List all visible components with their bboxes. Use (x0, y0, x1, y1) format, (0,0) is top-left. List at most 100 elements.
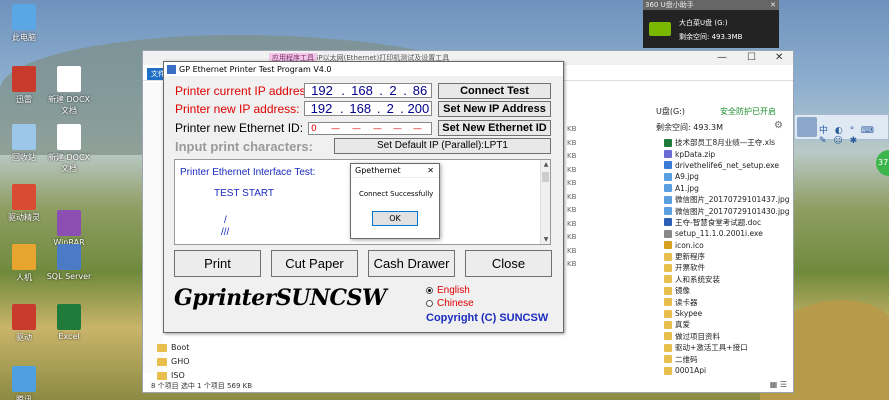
cash-drawer-button[interactable]: Cash Drawer (368, 250, 455, 277)
desktop-icon[interactable]: WinRAR (45, 210, 93, 247)
desktop-icon[interactable]: 回收站 (0, 124, 48, 163)
list-item[interactable]: 做过项目资料 (664, 331, 794, 342)
eth-segment[interactable]: — (352, 124, 373, 134)
ip-octet[interactable]: 2 (385, 83, 401, 98)
desktop-icon[interactable]: 新建 DOCX 文档 (45, 66, 93, 116)
nav-item[interactable]: Boot (157, 343, 189, 352)
list-item[interactable]: 镜像 (664, 285, 794, 296)
list-item[interactable]: 微信图片_20170729101430.jpg (664, 205, 794, 216)
scroll-down-icon[interactable]: ▼ (541, 236, 550, 243)
print-button[interactable]: Print (174, 250, 261, 277)
close-icon[interactable]: ✕ (427, 166, 434, 175)
dialog-title: Gpethernet (355, 166, 401, 175)
close-button[interactable]: ✕ (775, 52, 783, 63)
popup-header: 360 U盘小助手 ✕ (643, 0, 779, 10)
desktop-icon[interactable]: 驱动 (0, 304, 48, 343)
list-item[interactable]: 王夺-智慧食堂考试题.doc (664, 217, 794, 228)
list-item[interactable]: kpData.zip (664, 148, 794, 159)
scroll-thumb[interactable] (542, 172, 549, 182)
security-status-link[interactable]: 安全防护已开启 (720, 106, 776, 117)
dialog-message: Connect Successfully (359, 190, 434, 198)
desktop-icon[interactable]: Excel (45, 304, 93, 341)
eth-segment[interactable]: 0 (309, 124, 331, 134)
app-icon (57, 210, 81, 236)
minimize-button[interactable]: — (717, 52, 727, 63)
list-item[interactable]: icon.ico (664, 240, 794, 251)
ip-octet[interactable]: 168 (346, 101, 375, 116)
ok-button[interactable]: OK (372, 211, 418, 226)
list-item[interactable]: 真爱 (664, 319, 794, 330)
file-size-cell: KB (567, 246, 577, 255)
nav-item[interactable]: GHO (157, 357, 190, 366)
ip-octet[interactable]: 168 (347, 83, 377, 98)
list-item[interactable]: 微信图片_20170729101437.jpg (664, 194, 794, 205)
popup-free-space: 剩余空间: 493.3MB (679, 33, 743, 41)
nav-item[interactable]: ISO (157, 371, 185, 380)
desktop-icon-label: 驱动精灵 (8, 213, 40, 222)
eth-segment[interactable]: — (413, 124, 431, 134)
language-radio-chinese[interactable]: Chinese (426, 298, 474, 309)
maximize-button[interactable]: ☐ (747, 52, 756, 63)
ip-octet[interactable]: 192 (305, 101, 338, 116)
ip-octet[interactable]: 86 (409, 83, 431, 98)
list-item[interactable]: Skypee (664, 308, 794, 319)
file-size-cell: KB (567, 179, 577, 187)
ip-octet[interactable]: 192 (305, 83, 339, 98)
ip-octet[interactable]: 200 (406, 101, 431, 116)
list-item[interactable]: A1.jpg (664, 183, 794, 194)
set-new-ethernet-button[interactable]: Set New Ethernet ID (438, 120, 551, 136)
desktop-icon[interactable]: 人机 (0, 244, 48, 283)
language-radio-english[interactable]: English (426, 285, 470, 296)
file-size-cell: KB (567, 152, 577, 160)
dialog-titlebar: Gpethernet ✕ (351, 164, 439, 178)
view-toggle-icon[interactable]: ▦ ☰ (770, 380, 787, 389)
file-name: A9.jpg (675, 172, 699, 182)
eth-segment[interactable]: — (331, 124, 352, 134)
radio-selected-icon[interactable] (426, 287, 433, 294)
list-item[interactable]: 更新程序 (664, 251, 794, 262)
gear-icon[interactable]: ⚙ (774, 120, 783, 131)
list-item[interactable]: 驱动+激活工具+接口 (664, 342, 794, 353)
desktop-icon[interactable]: 新建 DOCX 文档 (45, 124, 93, 174)
nav-pane[interactable] (143, 83, 163, 373)
desktop-icon[interactable]: 迅雷 (0, 66, 48, 105)
list-item[interactable]: 开票软件 (664, 262, 794, 273)
list-item[interactable]: 二维码 (664, 353, 794, 364)
list-item[interactable]: setup_11.1.0.2001i.exe (664, 228, 794, 239)
eth-segment[interactable]: — (373, 124, 393, 134)
ethernet-id-input[interactable]: 0 — — — — — (308, 122, 432, 135)
list-item[interactable]: A9.jpg (664, 171, 794, 182)
desktop-icon[interactable]: 此电脑 (0, 4, 48, 43)
list-item[interactable]: 人和系统安装 (664, 274, 794, 285)
set-default-ip-button[interactable]: Set Default IP (Parallel):LPT1 (334, 138, 551, 154)
close-icon[interactable]: ✕ (770, 1, 779, 9)
text-scrollbar[interactable]: ▲ ▼ (540, 160, 550, 244)
popup-body[interactable]: 大白菜U盘 (G:) 剩余空间: 493.3MB (643, 10, 779, 48)
desktop-icon-label: Excel (58, 332, 80, 341)
new-ip-input[interactable]: 192. 168. 2. 200 (304, 101, 432, 116)
file-icon (664, 309, 672, 318)
input-method-bar[interactable]: 中 ◐ ° ⌨ ✎ ☺ ✱ (794, 114, 889, 146)
toolbar-icons[interactable]: 中 ◐ ° ⌨ ✎ ☺ ✱ (819, 123, 888, 146)
connect-test-button[interactable]: Connect Test (438, 83, 551, 99)
list-item[interactable]: 技术部员工8月业绩—王夺.xls (664, 137, 794, 148)
radio-unselected-icon[interactable] (426, 300, 433, 307)
close-button[interactable]: Close (465, 250, 552, 277)
avatar[interactable] (797, 117, 817, 137)
desktop-icon[interactable]: 驱动精灵 (0, 184, 48, 223)
message-dialog[interactable]: Gpethernet ✕ Connect Successfully OK (350, 163, 440, 239)
list-item[interactable]: 0001Api (664, 365, 794, 376)
list-item[interactable]: 读卡器 (664, 296, 794, 307)
set-new-ip-button[interactable]: Set New IP Address (438, 101, 551, 117)
desktop-icon[interactable]: SQL Server (45, 244, 93, 281)
scroll-up-icon[interactable]: ▲ (541, 161, 550, 168)
file-name: setup_11.1.0.2001i.exe (675, 229, 763, 239)
current-ip-input[interactable]: 192. 168. 2. 86 (304, 83, 432, 98)
printer-titlebar: GP Ethernet Printer Test Program V4.0 (164, 62, 563, 76)
file-name: 微信图片_20170729101430.jpg (675, 206, 790, 216)
desktop-icon[interactable]: 腾讯 (0, 366, 48, 400)
list-item[interactable]: drivethelife6_net_setup.exe (664, 160, 794, 171)
ip-octet[interactable]: 2 (383, 101, 399, 116)
cut-paper-button[interactable]: Cut Paper (271, 250, 358, 277)
eth-segment[interactable]: — (393, 124, 413, 134)
